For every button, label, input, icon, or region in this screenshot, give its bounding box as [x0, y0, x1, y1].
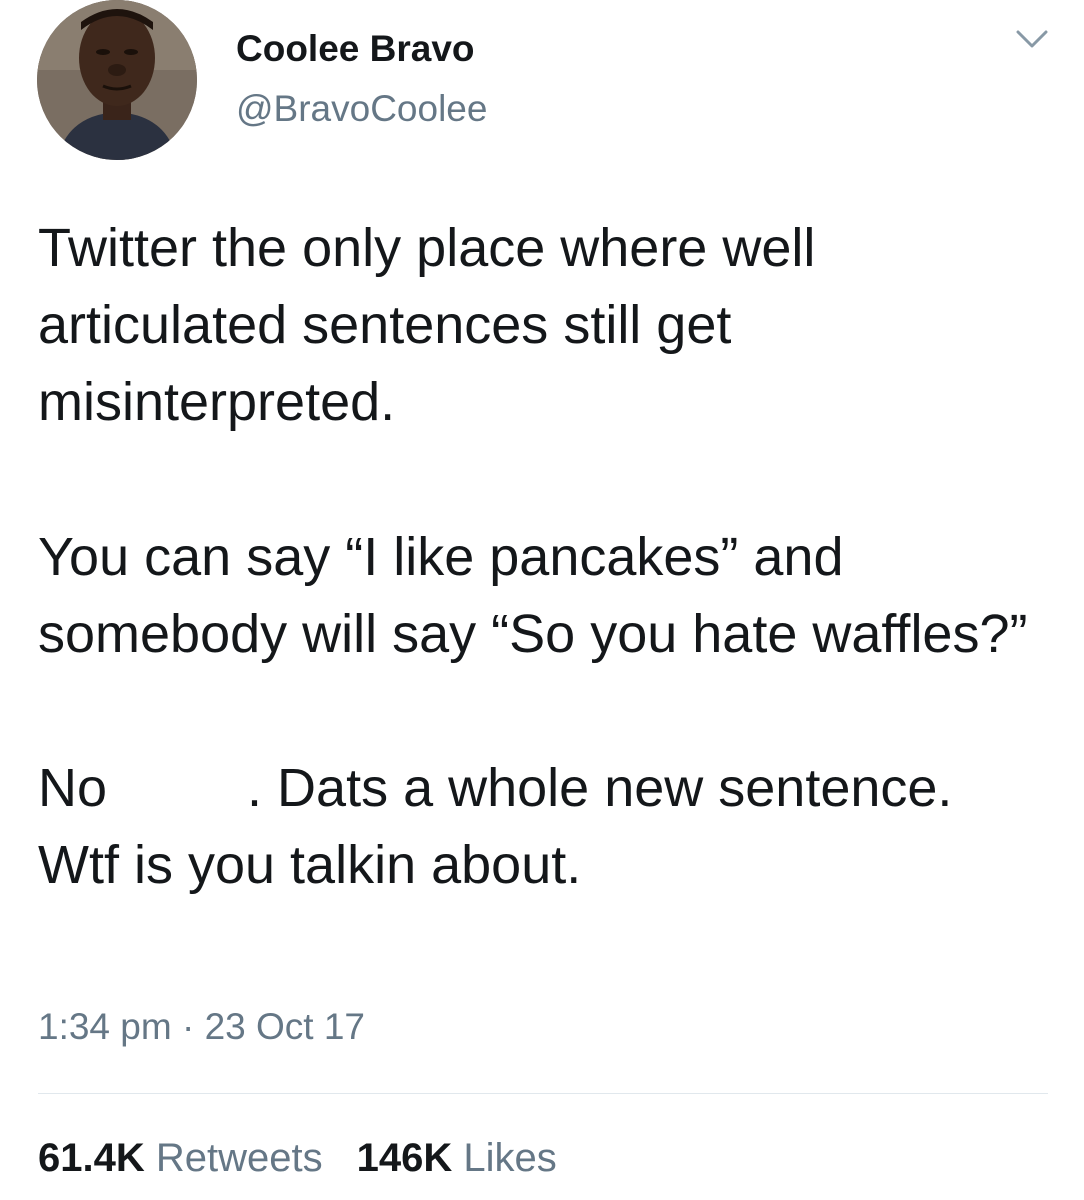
- retweets-stat[interactable]: 61.4K Retweets: [38, 1136, 323, 1180]
- tweet-text: Twitter the only place where well articu…: [38, 210, 1048, 905]
- tweet-stats: 61.4K Retweets 146K Likes: [38, 1136, 591, 1181]
- divider: [38, 1093, 1048, 1094]
- display-name[interactable]: Coolee Bravo: [236, 28, 475, 70]
- tweet-card: Coolee Bravo @BravoCoolee Twitter the on…: [0, 0, 1084, 1200]
- likes-stat[interactable]: 146K Likes: [357, 1136, 557, 1180]
- tweet-timestamp[interactable]: 1:34 pm · 23 Oct 17: [38, 1006, 365, 1048]
- likes-label: Likes: [463, 1136, 557, 1180]
- likes-count: 146K: [356, 1136, 453, 1180]
- retweets-count: 61.4K: [38, 1136, 145, 1180]
- tweet-text-fragment: . Dats a whole new sentence. Wtf is you …: [38, 758, 953, 896]
- tweet-paragraph: Twitter the only place where well articu…: [38, 218, 816, 433]
- tweet-paragraph: No. Dats a whole new sentence. Wtf is yo…: [38, 750, 1048, 904]
- avatar-image: [37, 0, 197, 160]
- tweet-text-fragment: No: [38, 758, 108, 819]
- user-handle[interactable]: @BravoCoolee: [236, 88, 487, 130]
- retweets-label: Retweets: [155, 1136, 323, 1180]
- chevron-down-icon[interactable]: [1012, 22, 1052, 58]
- tweet-paragraph: You can say “I like pancakes” and somebo…: [38, 526, 1028, 664]
- avatar[interactable]: [37, 0, 197, 160]
